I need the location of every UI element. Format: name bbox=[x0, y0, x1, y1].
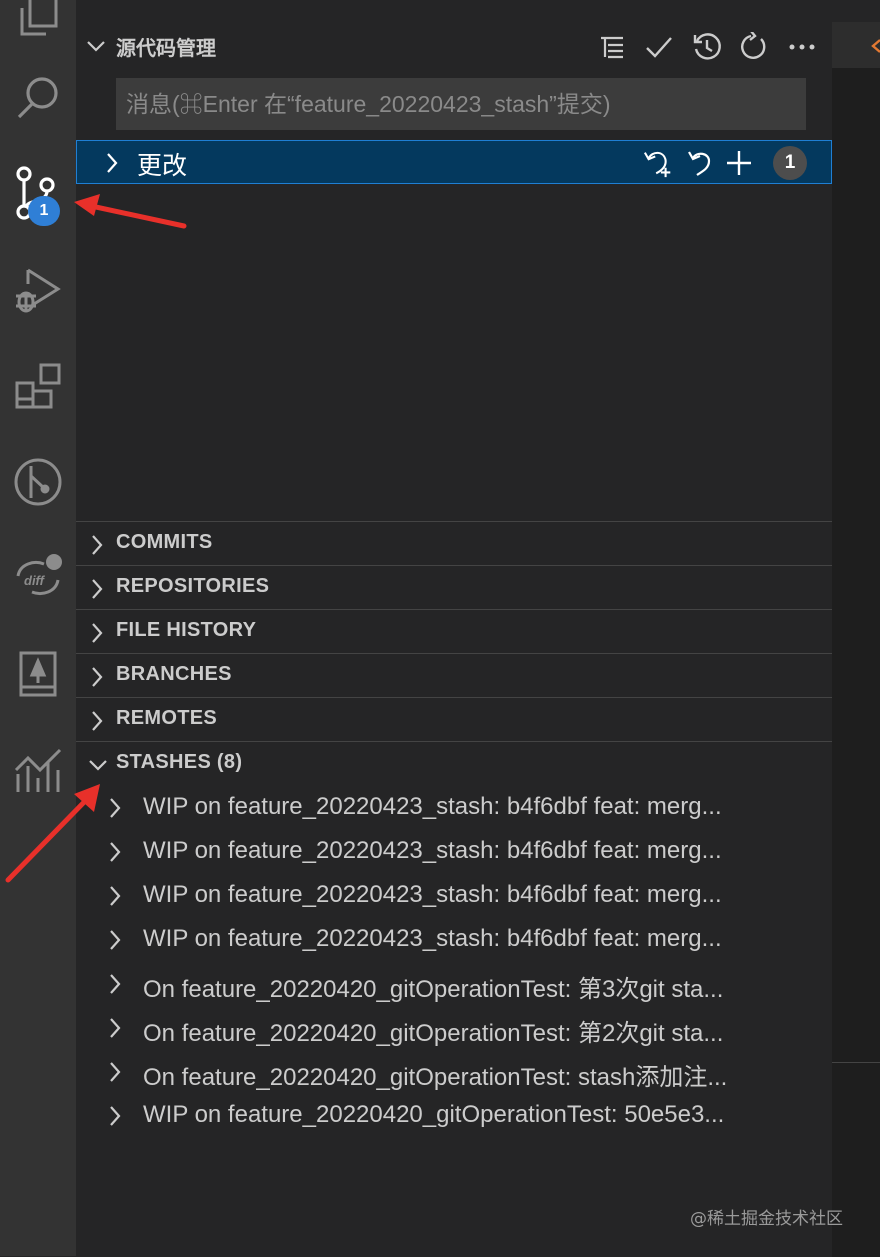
source-control-badge: 1 bbox=[28, 196, 60, 226]
section-label: REPOSITORIES bbox=[116, 575, 270, 597]
source-control-sidebar: 源代码管理 消息(⌘Enter 在“feature_20220423_stash… bbox=[76, 0, 832, 1256]
section-label: COMMITS bbox=[116, 531, 213, 553]
chevron-right-icon bbox=[110, 886, 121, 906]
chevron-right-icon bbox=[110, 1106, 121, 1126]
stash-item[interactable]: On feature_20220420_gitOperationTest: st… bbox=[76, 1050, 832, 1094]
chevron-right-icon bbox=[110, 1018, 121, 1038]
section-label: BRANCHES bbox=[116, 663, 232, 685]
stash-item[interactable]: WIP on feature_20220423_stash: b4f6dbf f… bbox=[76, 874, 832, 918]
stash-label: WIP on feature_20220420_gitOperationTest… bbox=[143, 1101, 725, 1128]
section-label: REMOTES bbox=[116, 707, 217, 729]
commit-check-icon[interactable] bbox=[642, 30, 676, 64]
chevron-right-icon bbox=[110, 798, 121, 818]
chevron-right-icon bbox=[110, 930, 121, 950]
chevron-right-icon bbox=[92, 535, 103, 555]
chevron-right-icon bbox=[92, 711, 103, 731]
stash-label: On feature_20220420_gitOperationTest: 第2… bbox=[143, 1020, 724, 1047]
activity-bar: 1 diff bbox=[0, 0, 76, 1256]
editor-title-bar bbox=[832, 0, 880, 22]
stash-item[interactable]: WIP on feature_20220420_gitOperationTest… bbox=[76, 1094, 832, 1138]
watermark: @稀土掘金技术社区 bbox=[690, 1209, 843, 1229]
stash-item[interactable]: WIP on feature_20220423_stash: b4f6dbf f… bbox=[76, 786, 832, 830]
stash-label: WIP on feature_20220423_stash: b4f6dbf f… bbox=[143, 881, 722, 908]
section-header-remotes[interactable]: REMOTES bbox=[76, 697, 832, 741]
editor-area bbox=[832, 0, 880, 1257]
discard-all-icon[interactable] bbox=[643, 147, 675, 179]
git-diff-icon[interactable]: diff bbox=[0, 540, 76, 616]
stash-label: WIP on feature_20220423_stash: b4f6dbf f… bbox=[143, 925, 722, 952]
run-debug-icon[interactable] bbox=[0, 252, 76, 328]
section-header-file-history[interactable]: FILE HISTORY bbox=[76, 609, 832, 653]
chevron-right-icon bbox=[92, 623, 103, 643]
chevron-right-icon bbox=[110, 974, 121, 994]
stash-label: WIP on feature_20220423_stash: b4f6dbf f… bbox=[143, 793, 722, 820]
editor-tab-bar[interactable] bbox=[832, 22, 880, 69]
section-label: STASHES (8) bbox=[116, 751, 243, 773]
sidebar-header: 源代码管理 bbox=[76, 22, 832, 72]
section-label: FILE HISTORY bbox=[116, 619, 257, 641]
chevron-right-icon bbox=[107, 153, 118, 173]
commit-message-input[interactable] bbox=[116, 78, 806, 130]
stash-item[interactable]: WIP on feature_20220423_stash: b4f6dbf f… bbox=[76, 918, 832, 962]
changes-label: 更改 bbox=[137, 151, 188, 180]
chevron-down-icon bbox=[89, 760, 107, 771]
sidebar-title: 源代码管理 bbox=[116, 36, 216, 60]
more-icon[interactable] bbox=[785, 30, 819, 64]
changes-count-badge: 1 bbox=[773, 146, 807, 180]
section-header-repositories[interactable]: REPOSITORIES bbox=[76, 565, 832, 609]
stash-item[interactable]: WIP on feature_20220423_stash: b4f6dbf f… bbox=[76, 830, 832, 874]
extensions-icon[interactable] bbox=[0, 348, 76, 424]
code-file-icon bbox=[871, 39, 880, 53]
stash-label: On feature_20220420_gitOperationTest: 第3… bbox=[143, 976, 724, 1003]
chart-icon[interactable] bbox=[0, 732, 76, 808]
explorer-icon[interactable] bbox=[0, 0, 76, 54]
stash-label: On feature_20220420_gitOperationTest: st… bbox=[143, 1064, 728, 1091]
book-icon[interactable] bbox=[0, 636, 76, 712]
svg-text:diff: diff bbox=[24, 573, 46, 588]
history-icon[interactable] bbox=[690, 30, 724, 64]
section-header-commits[interactable]: COMMITS bbox=[76, 521, 832, 565]
stage-all-icon[interactable] bbox=[723, 147, 755, 179]
stash-label: WIP on feature_20220423_stash: b4f6dbf f… bbox=[143, 837, 722, 864]
changes-group-row[interactable]: 更改 1 bbox=[76, 140, 832, 184]
chevron-down-icon[interactable] bbox=[86, 38, 106, 54]
chevron-right-icon bbox=[92, 667, 103, 687]
chevron-right-icon bbox=[92, 579, 103, 599]
chevron-right-icon bbox=[110, 842, 121, 862]
stash-item[interactable]: On feature_20220420_gitOperationTest: 第3… bbox=[76, 962, 832, 1006]
git-graph-icon[interactable] bbox=[0, 444, 76, 520]
tree-view-icon[interactable] bbox=[595, 30, 629, 64]
refresh-icon[interactable] bbox=[737, 30, 771, 64]
section-header-stashes[interactable]: STASHES (8) bbox=[76, 741, 832, 785]
stash-item[interactable]: On feature_20220420_gitOperationTest: 第2… bbox=[76, 1006, 832, 1050]
section-header-branches[interactable]: BRANCHES bbox=[76, 653, 832, 697]
undo-icon[interactable] bbox=[684, 147, 716, 179]
chevron-right-icon bbox=[110, 1062, 121, 1082]
search-icon[interactable] bbox=[0, 60, 76, 136]
